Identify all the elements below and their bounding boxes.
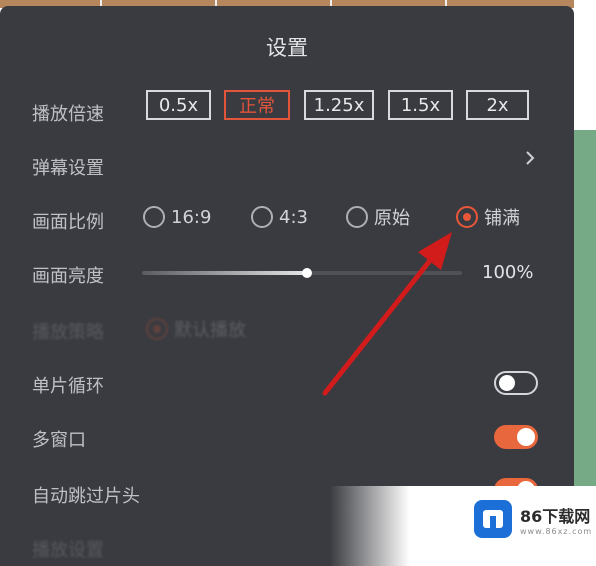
multi-window-label: 多窗口 [32,430,86,451]
blurred-setting-option[interactable]: 默认播放 [146,314,246,344]
aspect-option-label: 4:3 [279,206,308,228]
aspect-option-label: 原始 [374,208,410,229]
radio-selected-icon [146,318,168,340]
speed-option-1-5x[interactable]: 1.5x [388,90,453,120]
aspect-option-fill[interactable]: 铺满 [456,202,520,232]
speed-option-1-25x[interactable]: 1.25x [304,90,374,120]
aspect-ratio-label: 画面比例 [32,212,104,233]
aspect-option-4-3[interactable]: 4:3 [251,202,308,232]
brightness-slider-handle[interactable] [302,268,312,278]
partial-setting-label: 播放设置 [32,540,104,561]
watermark-subtitle: www.86xz.com [520,526,593,536]
radio-selected-icon [456,206,478,228]
speed-option-2x[interactable]: 2x [466,90,529,120]
brightness-value: 100% [482,262,534,283]
aspect-option-label: 铺满 [484,208,520,229]
skip-intro-label: 自动跳过片头 [32,486,140,507]
single-loop-label: 单片循环 [32,376,104,397]
multi-window-toggle[interactable] [494,425,538,449]
aspect-option-16-9[interactable]: 16:9 [143,202,211,232]
single-loop-toggle[interactable] [494,371,538,395]
brightness-label: 画面亮度 [32,266,104,287]
radio-icon [143,206,165,228]
blurred-option-label: 默认播放 [174,320,246,341]
watermark: 86下载网 www.86xz.com [474,500,592,538]
watermark-logo-icon [474,500,512,538]
blurred-setting-label: 播放策略 [32,322,104,343]
playback-speed-label: 播放倍速 [32,104,104,125]
panel-title: 设置 [266,36,308,60]
danmaku-settings-label[interactable]: 弹幕设置 [32,154,104,180]
chevron-right-icon[interactable] [520,146,540,170]
aspect-option-label: 16:9 [171,206,212,228]
speed-option-normal[interactable]: 正常 [224,90,290,120]
radio-icon [251,206,273,228]
aspect-option-original[interactable]: 原始 [346,202,410,232]
background-green [574,130,596,490]
radio-icon [346,206,368,228]
watermark-title: 86下载网 [520,506,591,526]
speed-option-0-5x[interactable]: 0.5x [146,90,211,120]
